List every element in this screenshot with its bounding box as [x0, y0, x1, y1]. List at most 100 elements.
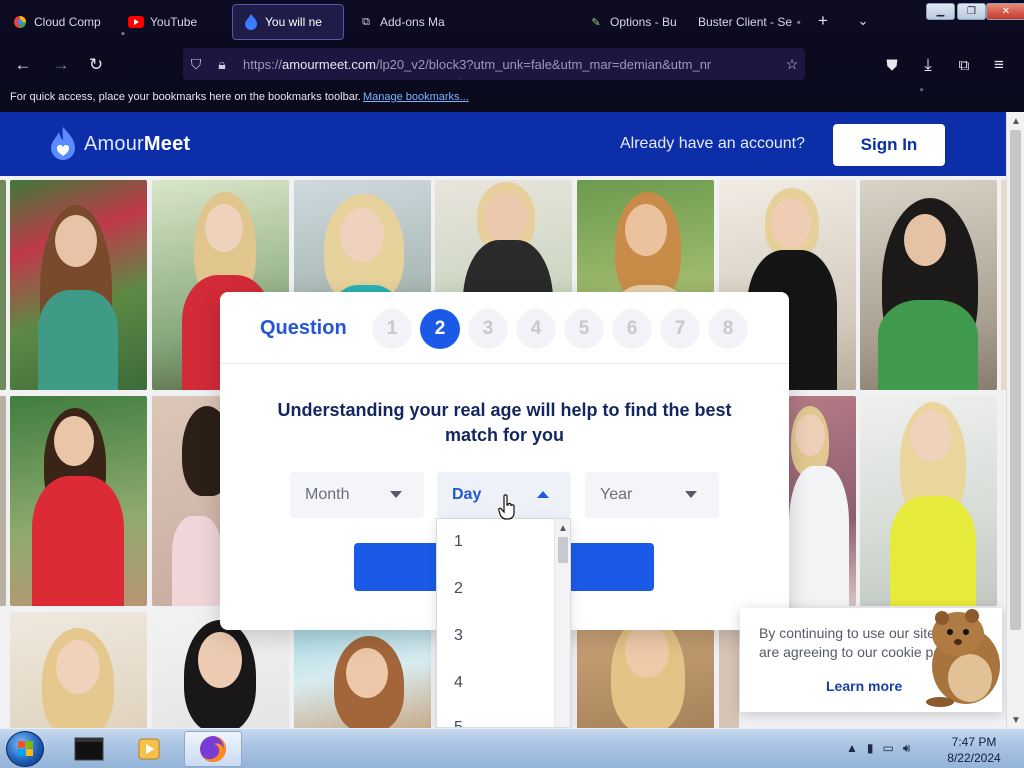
tracking-shield-icon[interactable]: ⛉	[183, 48, 209, 80]
hamster-mascot-icon	[926, 609, 1000, 707]
clock-date: 8/22/2024	[947, 751, 1001, 765]
day-option[interactable]: 3	[454, 627, 463, 645]
menu-hamburger-icon[interactable]: ≡	[988, 54, 1010, 76]
chevron-up-icon	[537, 491, 549, 498]
manage-bookmarks-link[interactable]: Manage bookmarks...	[363, 91, 469, 103]
year-select-label: Year	[600, 486, 633, 503]
day-dropdown-list[interactable]: 1 2 3 4 5 ▲	[436, 518, 571, 728]
tab-label: Buster Client - Se	[698, 15, 793, 29]
tab-label: Options - Bu	[610, 15, 676, 29]
profile-photo[interactable]	[10, 180, 147, 390]
brand-name-second: Meet	[143, 132, 191, 155]
tab-youtube[interactable]: YouTube	[118, 4, 232, 40]
restore-button[interactable]: ❐	[957, 3, 986, 20]
tray-expand-icon[interactable]: ▲	[846, 741, 858, 756]
learn-more-link[interactable]: Learn more	[826, 678, 902, 694]
brand-name-first: Amour	[84, 132, 144, 155]
tab-cloud[interactable]: Cloud Comp	[2, 4, 120, 40]
day-option[interactable]: 2	[454, 580, 463, 598]
profile-photo[interactable]	[10, 612, 147, 728]
step-8: 8	[708, 309, 748, 349]
profile-photo[interactable]	[0, 180, 6, 390]
cloud-icon	[12, 14, 28, 30]
day-option[interactable]: 1	[454, 533, 463, 551]
firefox-icon	[200, 736, 226, 762]
step-6: 6	[612, 309, 652, 349]
media-player-icon	[138, 738, 160, 760]
scroll-up-icon[interactable]: ▲	[558, 523, 568, 534]
tab-options[interactable]: ✎ Options - Bu	[578, 4, 686, 40]
scroll-thumb[interactable]	[1010, 130, 1021, 630]
youtube-icon	[128, 14, 144, 30]
profile-photo[interactable]	[860, 396, 997, 606]
taskbar-app-terminal[interactable]	[60, 731, 118, 767]
clock-time: 7:47 PM	[951, 735, 997, 749]
scroll-thumb[interactable]	[558, 537, 568, 563]
page-scrollbar[interactable]: ▲ ▼	[1006, 112, 1024, 728]
day-select-label: Day	[452, 486, 482, 503]
list-tabs-chevron-icon[interactable]: ⌄	[852, 10, 874, 32]
volume-icon[interactable]: 🔊︎	[903, 741, 911, 756]
tab-amourmeet[interactable]: You will ne	[232, 4, 344, 40]
year-select[interactable]: Year	[585, 472, 719, 518]
tab-buster[interactable]: Buster Client - Se	[688, 4, 806, 40]
tab-strip: Cloud Comp YouTube You will ne ⧉ Add-ons…	[0, 0, 1024, 42]
profile-photo[interactable]	[789, 396, 856, 606]
scroll-down-icon[interactable]: ▼	[1011, 715, 1021, 726]
forward-arrow-icon[interactable]: →	[50, 54, 72, 76]
extensions-icon[interactable]: ⧉	[953, 54, 975, 76]
scroll-up-icon[interactable]: ▲	[1011, 116, 1021, 127]
chevron-down-icon	[390, 491, 402, 498]
question-label: Question	[260, 317, 347, 339]
step-3: 3	[468, 309, 508, 349]
browser-chrome: Cloud Comp YouTube You will ne ⧉ Add-ons…	[0, 0, 1024, 112]
minimize-button[interactable]: ▁	[926, 3, 955, 20]
tab-label: Add-ons Ma	[380, 15, 445, 29]
step-5: 5	[564, 309, 604, 349]
dropdown-scrollbar[interactable]: ▲	[554, 519, 570, 727]
options-icon: ✎	[591, 16, 601, 29]
day-option[interactable]: 5	[454, 719, 463, 727]
puzzle-icon: ⧉	[362, 15, 370, 28]
system-tray: ▲ ▮ ▭ 🔊︎	[846, 741, 910, 756]
account-prompt: Already have an account?	[620, 135, 806, 152]
terminal-icon	[74, 737, 104, 761]
bookmark-star-icon[interactable]: ☆	[779, 48, 805, 80]
flame-logo-icon	[51, 127, 75, 160]
step-1: 1	[372, 309, 412, 349]
url-bar[interactable]: ⛉ 🔒︎ https://amourmeet.com/lp20_v2/block…	[183, 48, 805, 80]
day-option[interactable]: 4	[454, 674, 463, 692]
downloads-icon[interactable]: ⤓	[917, 54, 939, 76]
system-clock[interactable]: 7:47 PM 8/22/2024	[938, 734, 1010, 766]
reload-icon[interactable]: ↻	[85, 54, 107, 76]
start-button[interactable]	[6, 731, 44, 767]
site-logo[interactable]: AmourMeet	[50, 126, 190, 162]
tray-app-icon[interactable]: ▮	[867, 741, 874, 756]
tab-label: Cloud Comp	[34, 15, 101, 29]
amourmeet-icon	[243, 14, 259, 30]
sign-in-button[interactable]: Sign In	[833, 124, 945, 166]
bookmarks-toolbar: For quick access, place your bookmarks h…	[10, 91, 469, 103]
month-select[interactable]: Month	[290, 472, 424, 518]
profile-photo[interactable]	[860, 180, 997, 390]
bookmarks-hint: For quick access, place your bookmarks h…	[10, 91, 361, 103]
profile-photo[interactable]	[152, 396, 220, 606]
taskbar-app-firefox[interactable]	[184, 731, 242, 767]
pocket-icon[interactable]: ⛊	[881, 54, 903, 76]
new-tab-icon[interactable]: +	[812, 10, 834, 32]
close-window-button[interactable]: ✕	[986, 3, 1024, 20]
back-arrow-icon[interactable]: ←	[12, 54, 34, 76]
step-7: 7	[660, 309, 700, 349]
step-2-current: 2	[420, 309, 460, 349]
lock-icon[interactable]: 🔒︎	[209, 48, 235, 80]
nav-toolbar: ← → ↻ ⛉ 🔒︎ https://amourmeet.com/lp20_v2…	[0, 44, 1024, 86]
quiz-header: Question 1 2 3 4 5 6 7 8	[220, 292, 789, 364]
network-icon[interactable]: ▭	[883, 741, 894, 756]
tab-label: YouTube	[150, 15, 198, 29]
hand-cursor-icon	[498, 494, 515, 520]
profile-photo[interactable]	[0, 396, 6, 606]
taskbar-app-media[interactable]	[120, 731, 178, 767]
profile-photo[interactable]	[10, 396, 147, 606]
url-text[interactable]: https://amourmeet.com/lp20_v2/block3?utm…	[235, 57, 779, 72]
tab-addons[interactable]: ⧉ Add-ons Ma	[348, 4, 462, 40]
